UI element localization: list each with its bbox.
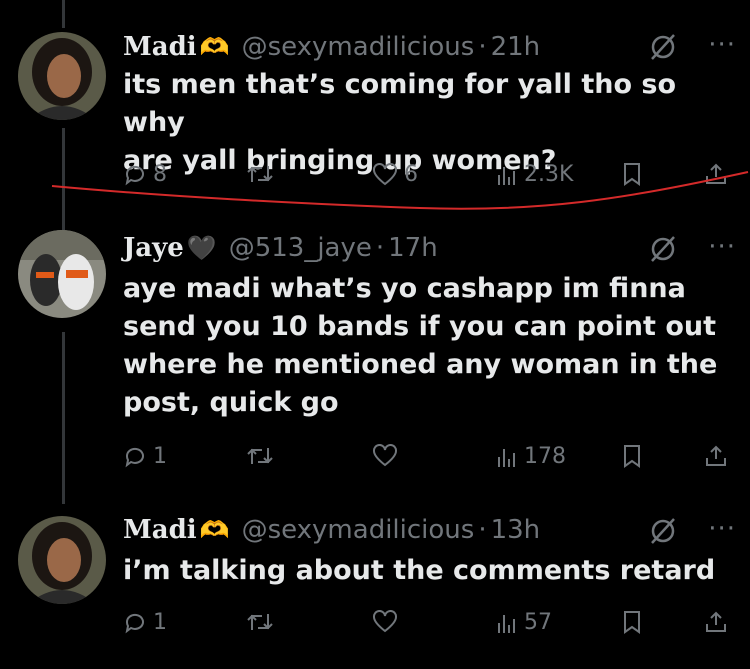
reply-icon (125, 165, 144, 185)
share-icon (706, 611, 726, 632)
display-name[interactable]: Madi (123, 32, 197, 62)
bookmark-button[interactable] (622, 444, 642, 468)
like-icon (373, 610, 397, 633)
name-emoji: 🖤 (186, 234, 217, 262)
tweet-1[interactable]: Madi 🫶 @sexymadilicious · 21h ··· its me… (0, 0, 750, 200)
tweet-text-line: where he mentioned any woman in the (123, 349, 718, 380)
avatar[interactable] (18, 230, 106, 318)
more-icon[interactable]: ··· (708, 232, 736, 262)
action-bar: 8 6 2.3K (0, 162, 750, 192)
views-icon (498, 166, 515, 185)
display-name[interactable]: Madi (123, 515, 197, 545)
like-icon (373, 162, 397, 185)
grok-icon[interactable] (648, 234, 678, 264)
tweet-text-line: post, quick go (123, 387, 339, 418)
bookmark-button[interactable] (622, 610, 642, 634)
timestamp[interactable]: 17h (388, 233, 438, 263)
share-button[interactable] (704, 444, 728, 468)
reply-count: 8 (153, 162, 167, 187)
retweet-icon (247, 166, 273, 182)
retweet-button[interactable] (246, 162, 280, 186)
bookmark-icon (624, 445, 640, 468)
tweet-text-line: its men that’s coming for yall tho so wh… (123, 69, 677, 138)
tweet-2[interactable]: Jaye 🖤 @513_jaye · 17h ··· aye madi what… (0, 230, 750, 490)
like-button[interactable]: 6 (372, 162, 418, 187)
display-name[interactable]: Jaye (123, 233, 184, 263)
views-button[interactable]: 57 (496, 610, 552, 635)
timestamp[interactable]: 13h (491, 515, 541, 545)
share-icon (706, 163, 726, 184)
timestamp[interactable]: 21h (491, 32, 541, 62)
reply-button[interactable]: 1 (123, 444, 167, 469)
name-emoji: 🫶 (199, 33, 230, 61)
retweet-icon (247, 614, 273, 630)
tweet-3[interactable]: Madi 🫶 @sexymadilicious · 13h ··· i’m ta… (0, 508, 750, 668)
view-count: 178 (524, 444, 566, 469)
share-icon (706, 445, 726, 466)
handle[interactable]: @sexymadilicious (242, 515, 475, 545)
reply-count: 1 (153, 444, 167, 469)
grok-icon[interactable] (648, 516, 678, 546)
views-button[interactable]: 2.3K (496, 162, 573, 187)
like-button[interactable] (372, 444, 404, 468)
reply-button[interactable]: 1 (123, 610, 167, 635)
views-icon (498, 448, 515, 467)
grok-icon[interactable] (648, 32, 678, 62)
views-button[interactable]: 178 (496, 444, 566, 469)
name-emoji: 🫶 (199, 516, 230, 544)
more-icon[interactable]: ··· (708, 514, 736, 544)
tweet-header: Jaye 🖤 @513_jaye · 17h (123, 230, 438, 266)
tweet-text: aye madi what’s yo cashapp im finna send… (123, 270, 723, 422)
bookmark-button[interactable] (622, 162, 642, 186)
like-count: 6 (404, 162, 418, 187)
reply-button[interactable]: 8 (123, 162, 167, 187)
like-icon (373, 444, 397, 467)
handle[interactable]: @sexymadilicious (242, 32, 475, 62)
share-button[interactable] (704, 610, 728, 634)
avatar[interactable] (18, 516, 106, 604)
share-button[interactable] (704, 162, 728, 186)
tweet-header: Madi 🫶 @sexymadilicious · 21h (123, 30, 540, 64)
reply-count: 1 (153, 610, 167, 635)
separator-dot: · (478, 32, 487, 62)
action-bar: 1 57 (0, 610, 750, 640)
like-button[interactable] (372, 610, 404, 634)
tweet-header: Madi 🫶 @sexymadilicious · 13h (123, 512, 540, 548)
bookmark-icon (624, 611, 640, 634)
reply-icon (125, 447, 144, 467)
view-count: 2.3K (524, 162, 574, 187)
action-bar: 1 178 (0, 444, 750, 474)
bookmark-icon (624, 163, 640, 186)
retweet-icon (247, 448, 273, 464)
separator-dot: · (375, 233, 385, 263)
tweet-text: i’m talking about the comments retard (123, 552, 723, 590)
handle[interactable]: @513_jaye (229, 233, 372, 263)
tweet-text-line: aye madi what’s yo cashapp im finna (123, 273, 686, 304)
retweet-button[interactable] (246, 444, 280, 468)
tweet-text-line: i’m talking about the comments retard (123, 555, 716, 586)
avatar[interactable] (18, 32, 106, 120)
separator-dot: · (478, 515, 487, 545)
tweet-text-line: send you 10 bands if you can point out (123, 311, 716, 342)
views-icon (498, 614, 515, 633)
reply-icon (125, 613, 144, 633)
more-icon[interactable]: ··· (708, 30, 736, 60)
view-count: 57 (524, 610, 552, 635)
retweet-button[interactable] (246, 610, 280, 634)
